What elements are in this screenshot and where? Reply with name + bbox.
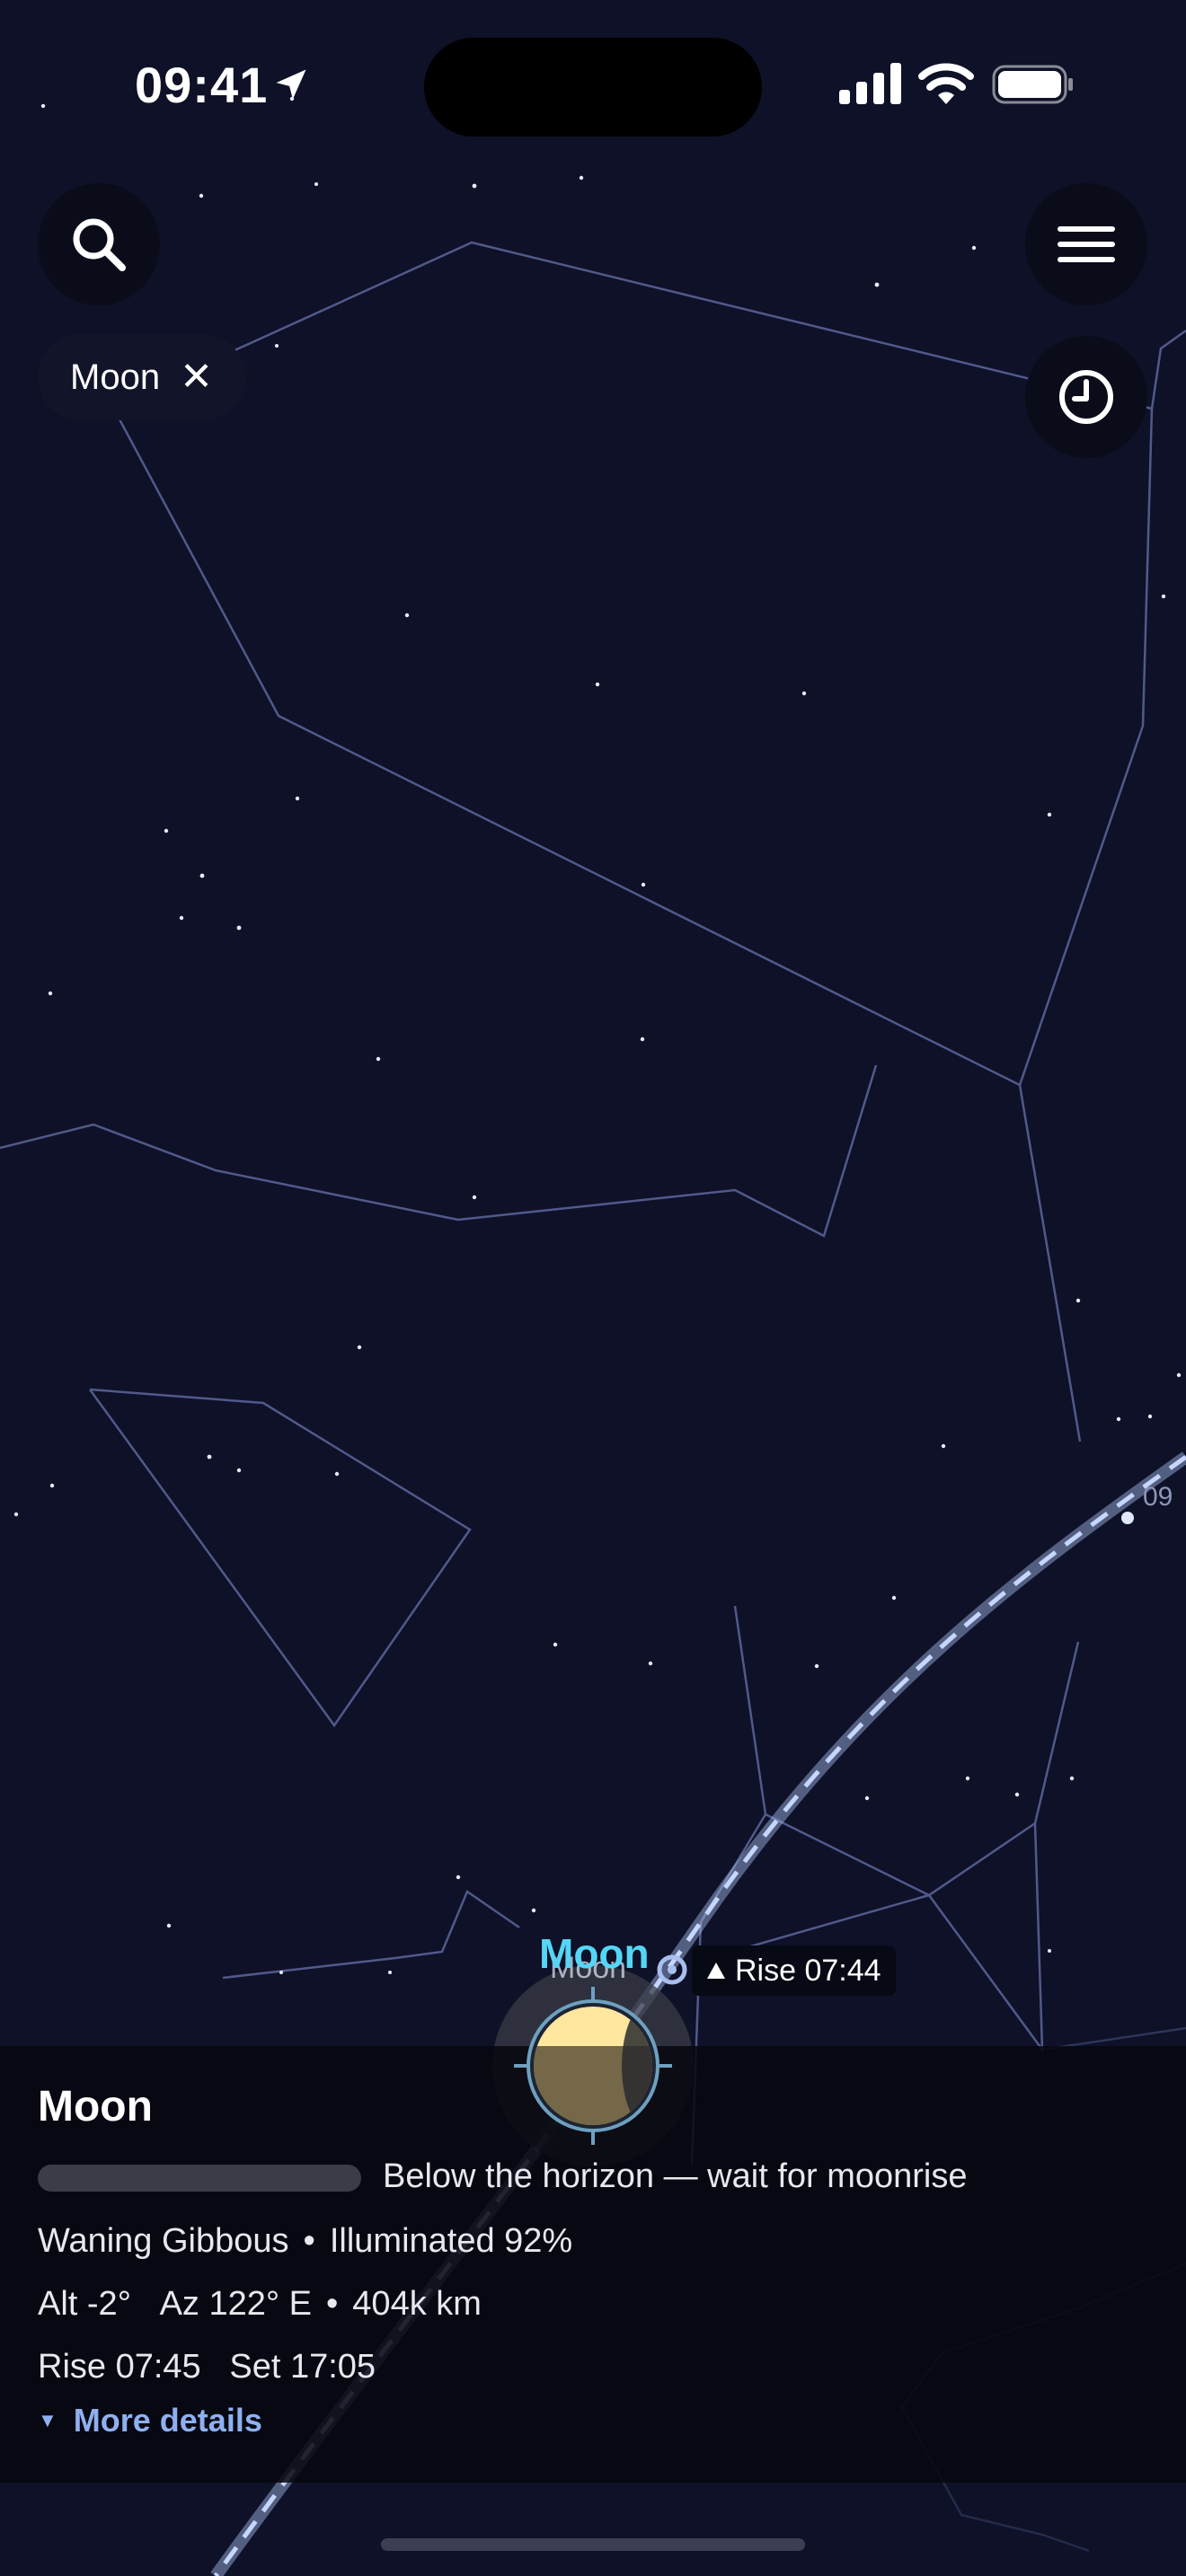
panel-title: Moon	[38, 2083, 153, 2130]
search-icon	[73, 218, 126, 271]
rise-triangle-icon	[707, 1963, 725, 1979]
search-button[interactable]	[38, 183, 160, 305]
path-time-marker	[1121, 1512, 1134, 1524]
menu-button[interactable]	[1025, 183, 1147, 305]
altitude-value: Alt -2°	[38, 2285, 131, 2323]
phase-name: Waning Gibbous	[38, 2222, 289, 2260]
status-time: 09:41	[135, 57, 269, 113]
constellation-line-6	[733, 1605, 1080, 1897]
visibility-status: Below the horizon — wait for moonrise	[383, 2157, 968, 2195]
constellation-line-5	[88, 1388, 472, 1728]
battery-icon	[992, 65, 1073, 104]
moonrise-tag: Rise 07:44	[692, 1945, 896, 1996]
visibility-bar	[38, 2165, 361, 2192]
chip-label: Moon	[70, 357, 161, 397]
moon-icon[interactable]	[503, 1976, 683, 2156]
set-time: Set 17:05	[229, 2348, 376, 2386]
separator-dot: •	[303, 2222, 315, 2260]
cellular-signal-icon	[839, 63, 901, 104]
location-arrow-icon	[276, 69, 306, 100]
position-row: Alt -2° Az 122° E • 404k km	[38, 2285, 482, 2324]
constellation-line-2	[1150, 329, 1186, 410]
constellation-line-10	[222, 1890, 520, 1980]
path-time-label: 09	[1143, 1482, 1173, 1512]
wifi-icon	[918, 63, 974, 104]
status-bar: 09:41	[0, 0, 1186, 171]
home-indicator[interactable]	[381, 2538, 805, 2551]
constellation-line-1	[111, 241, 1154, 1087]
selected-object-chip[interactable]: Moon ✕	[38, 334, 245, 420]
time-travel-button[interactable]	[1025, 336, 1147, 458]
clock-icon	[1059, 370, 1113, 424]
rise-set-row: Rise 07:45 Set 17:05	[38, 2348, 376, 2386]
separator-dot: •	[325, 2285, 339, 2323]
azimuth-value: Az 122° E	[159, 2285, 312, 2323]
expand-triangle-icon: ▼	[38, 2409, 58, 2431]
phase-row: Waning Gibbous • Illuminated 92%	[38, 2222, 572, 2261]
moon-sky-label[interactable]: Moon	[539, 1929, 650, 1978]
more-details-label: More details	[73, 2402, 262, 2439]
constellation-line-3	[0, 1064, 878, 1238]
dynamic-island	[424, 38, 762, 137]
constellation-line-4	[1018, 1084, 1082, 1442]
rise-time: Rise 07:45	[38, 2348, 201, 2386]
hamburger-menu-icon	[1058, 226, 1115, 262]
illumination-value: Illuminated 92%	[329, 2222, 573, 2260]
more-details-button[interactable]: ▼ More details	[38, 2402, 262, 2439]
distance-value: 404k km	[352, 2285, 482, 2323]
close-icon[interactable]: ✕	[180, 357, 213, 397]
moonrise-tag-text: Rise 07:44	[735, 1953, 881, 1988]
